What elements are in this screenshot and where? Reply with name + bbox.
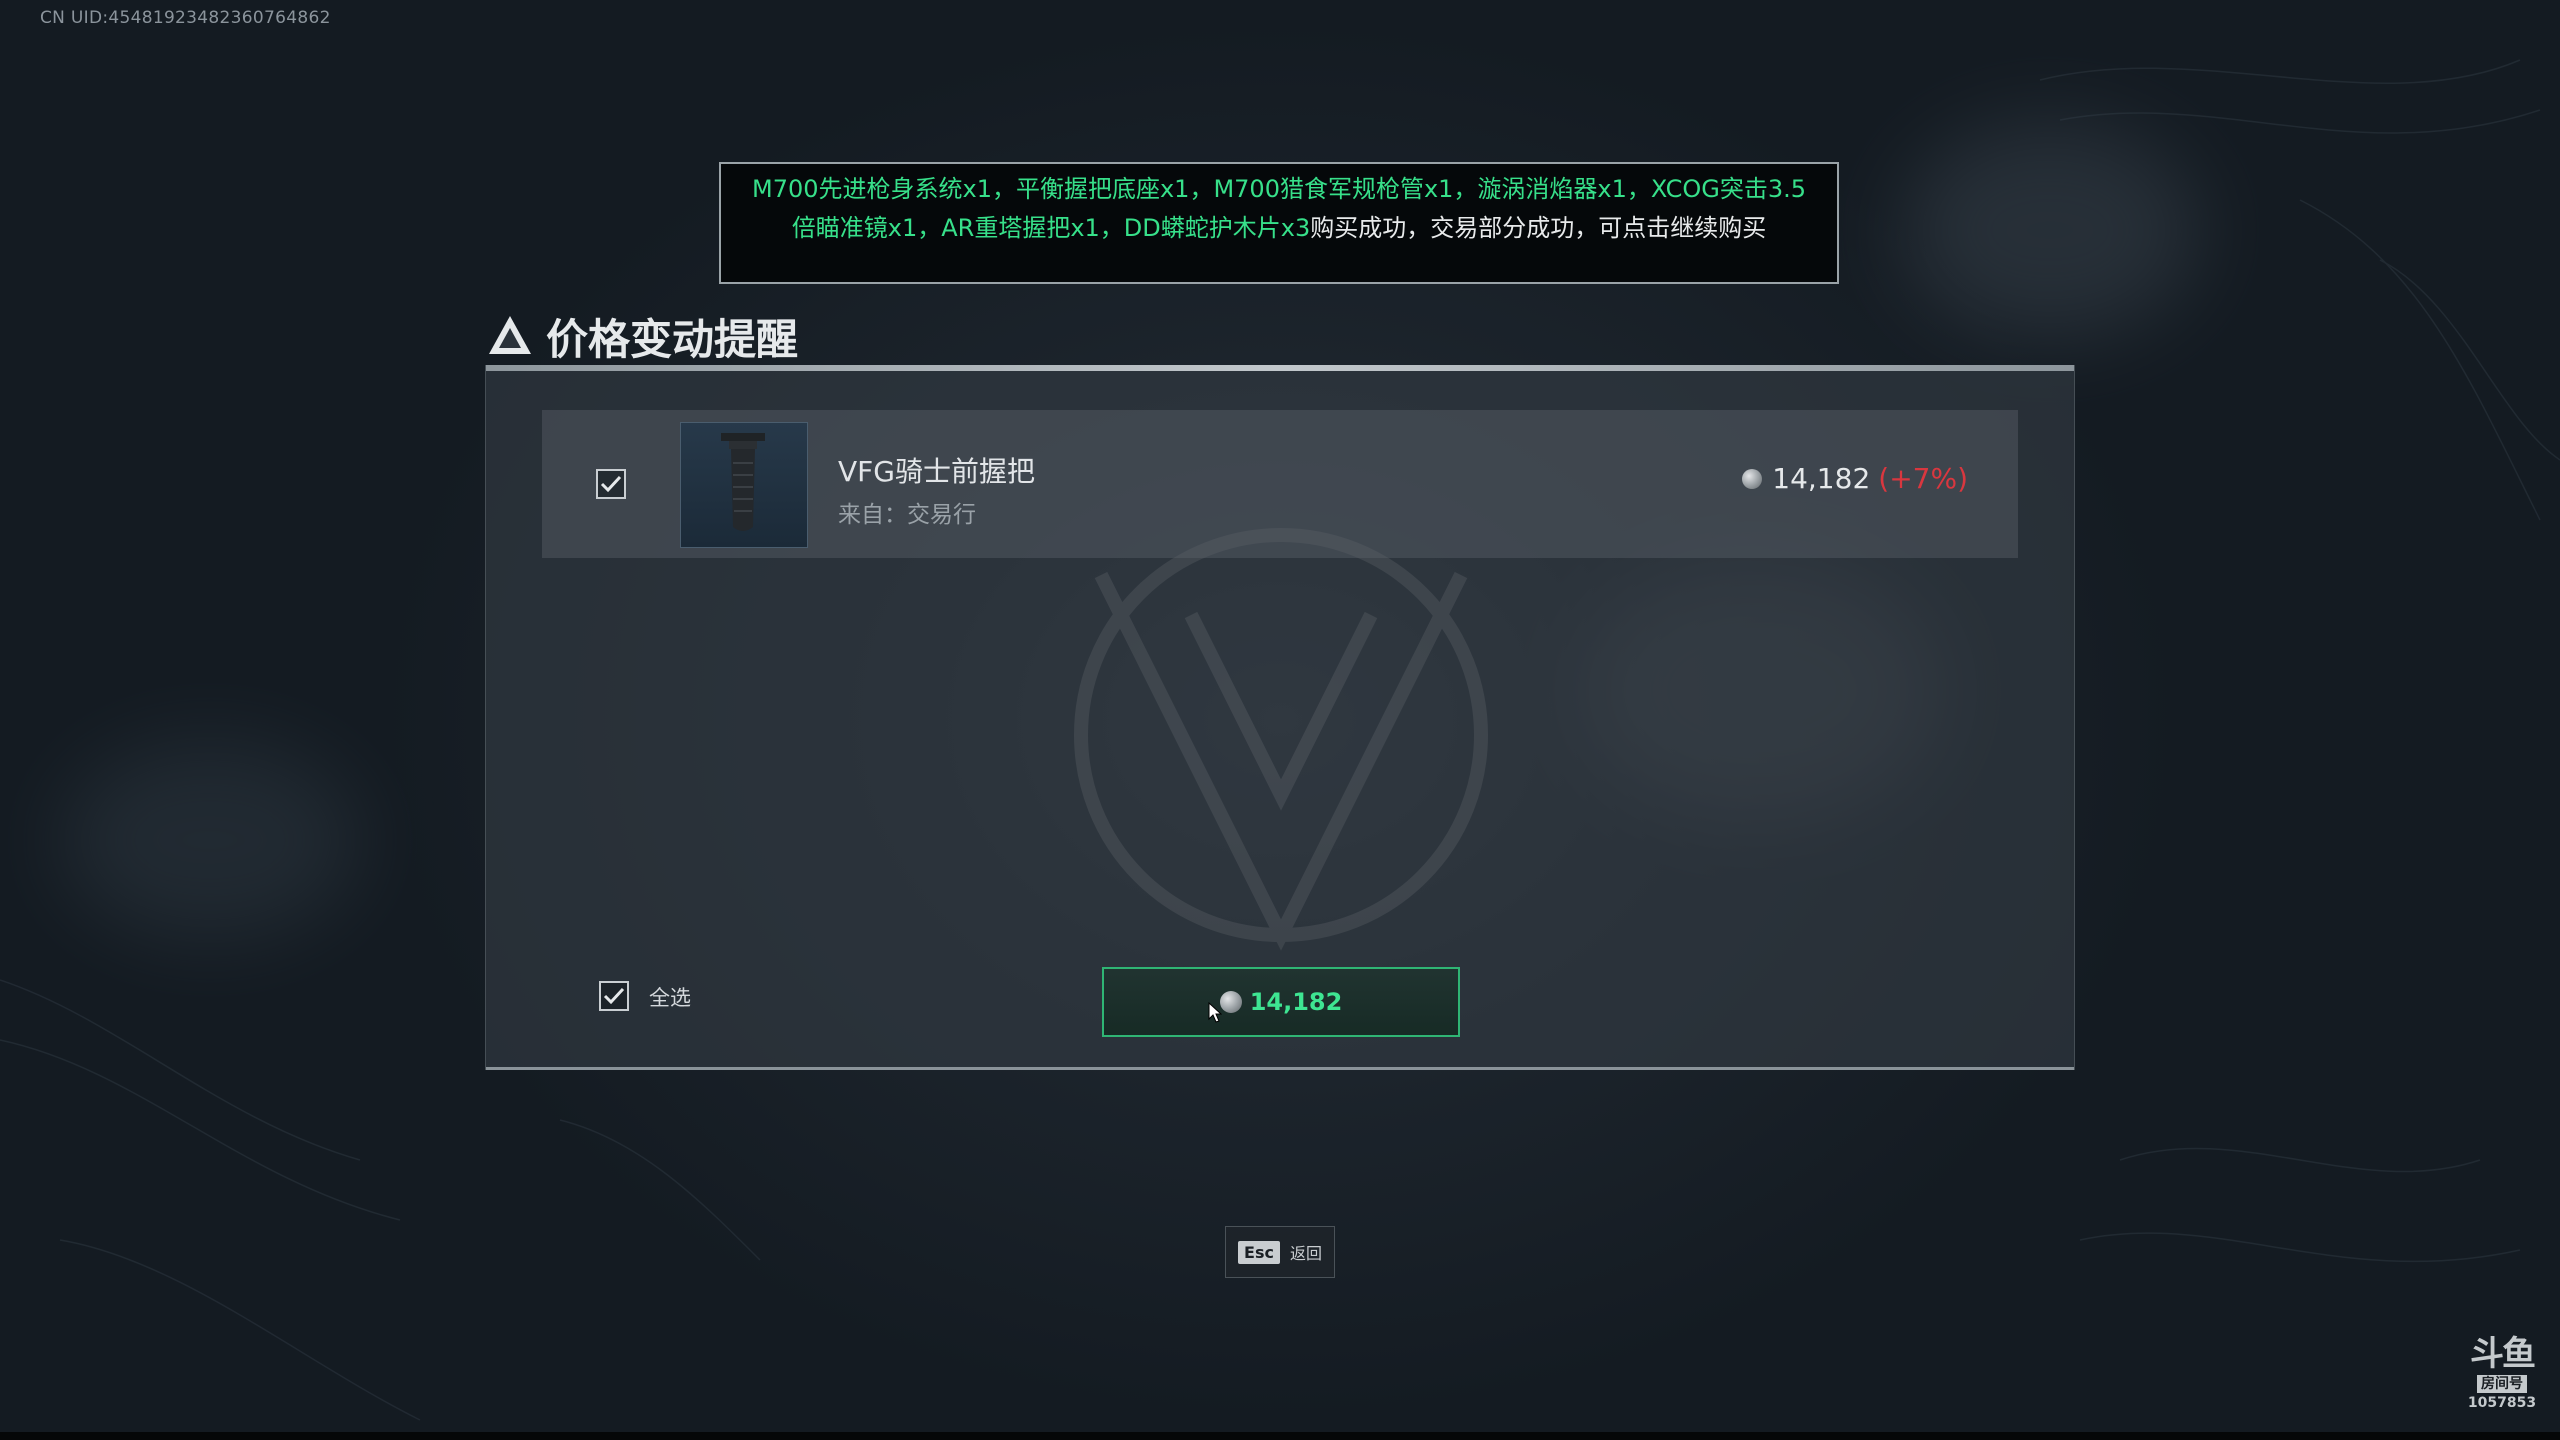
faction-emblem-watermark <box>1074 528 1488 951</box>
checkmark-icon <box>603 987 625 1005</box>
dialog-top-border <box>486 365 2074 371</box>
warning-triangle-icon <box>489 316 531 354</box>
bottom-letterbox <box>0 1432 2560 1440</box>
select-all-label[interactable]: 全选 <box>649 982 691 1012</box>
purchase-result-notice: M700先进枪身系统x1，平衡握把底座x1，M700猎食军规枪管x1，漩涡消焰器… <box>719 162 1839 284</box>
item-price-value: 14,182 <box>1772 462 1871 495</box>
vertical-foregrip-icon <box>721 433 765 531</box>
back-button[interactable]: Esc 返回 <box>1225 1226 1335 1278</box>
item-price-change: (+7%) <box>1878 462 1968 495</box>
buy-button-amount: 14,182 <box>1249 988 1343 1016</box>
stream-watermark: 斗鱼 房间号 1057853 <box>2462 1335 2542 1411</box>
select-all-checkbox[interactable] <box>599 981 629 1011</box>
item-price: 14,182 (+7%) <box>1742 462 1968 495</box>
mouse-cursor-icon <box>1208 1002 1222 1023</box>
dialog-title-bar: 价格变动提醒 <box>486 306 798 366</box>
item-name: VFG骑士前握把 <box>838 455 1035 488</box>
item-thumbnail <box>680 422 808 548</box>
price-change-item-row[interactable]: VFG骑士前握把 来自：交易行 14,182 (+7%) <box>542 410 2018 558</box>
douyu-logo: 斗鱼 <box>2470 1334 2536 1374</box>
checkmark-icon <box>600 475 622 493</box>
room-number: 1057853 <box>2467 1395 2537 1411</box>
purchase-result-text: 购买成功，交易部分成功，可点击继续购买 <box>1310 214 1767 242</box>
back-label: 返回 <box>1289 1244 1322 1263</box>
esc-key: Esc <box>1238 1240 1280 1264</box>
price-change-dialog: VFG骑士前握把 来自：交易行 14,182 (+7%) 全选 14,182 <box>485 365 2075 1070</box>
item-checkbox[interactable] <box>596 469 626 499</box>
room-label: 房间号 <box>2477 1375 2527 1393</box>
item-source: 来自：交易行 <box>838 502 976 528</box>
dialog-title: 价格变动提醒 <box>546 314 799 364</box>
dialog-bottom-border <box>486 1067 2074 1070</box>
user-uid: CN UID:454819234823607648​62 <box>40 8 331 28</box>
confirm-buy-button[interactable]: 14,182 <box>1102 967 1460 1037</box>
coin-icon <box>1219 991 1242 1013</box>
coin-icon <box>1742 468 1763 489</box>
